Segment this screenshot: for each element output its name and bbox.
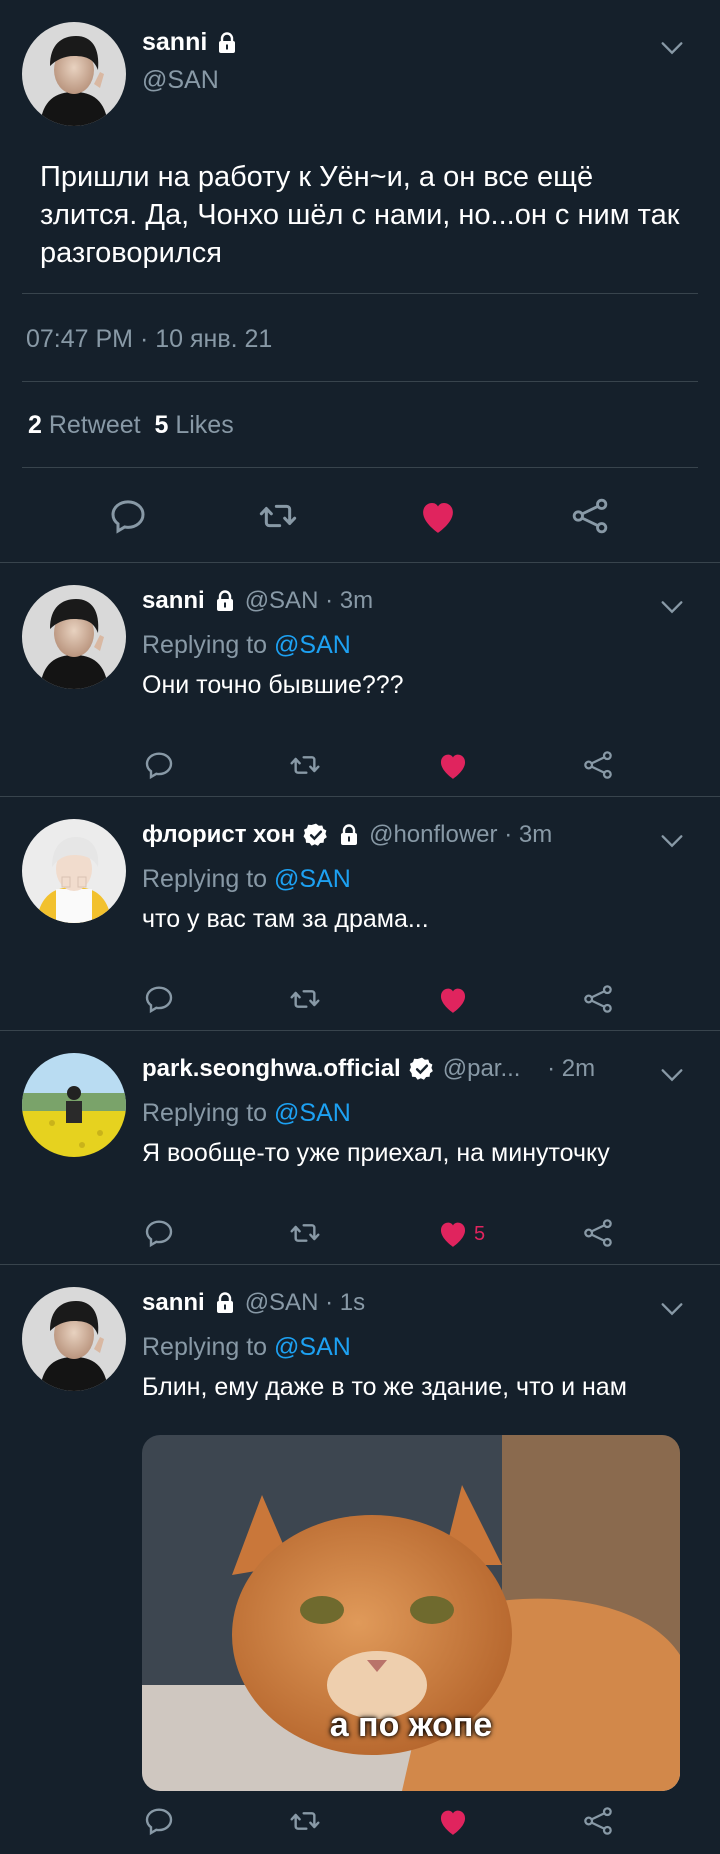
reply-time: · 3m — [504, 821, 553, 848]
retweet-icon[interactable] — [289, 1217, 321, 1249]
reply-icon[interactable] — [143, 983, 175, 1015]
reply-icon[interactable] — [108, 496, 148, 536]
divider — [22, 467, 698, 468]
divider — [22, 381, 698, 382]
share-icon[interactable] — [570, 496, 610, 536]
action-bar — [0, 749, 720, 789]
author-name[interactable]: флорист хон — [142, 821, 295, 849]
share-icon[interactable] — [582, 1805, 614, 1837]
reply-text: что у вас там за драма... — [142, 905, 429, 933]
reply-tweet[interactable]: sanni @SAN · 1s Replying to @SAN Блин, е… — [0, 1265, 720, 1854]
tweet-text: Пришли на работу к Уён~и, а он все ещё з… — [40, 161, 680, 269]
retweet-icon[interactable] — [289, 749, 321, 781]
reply-time: · 3m — [325, 587, 374, 614]
share-icon[interactable] — [582, 749, 614, 781]
retweets-count[interactable]: 2 — [28, 411, 42, 439]
author-handle[interactable]: @SAN — [245, 1289, 319, 1317]
reply-icon[interactable] — [143, 1805, 175, 1837]
replying-handle[interactable]: @SAN — [274, 865, 351, 893]
reply-text: Блин, ему даже в то же здание, что и нам — [142, 1373, 627, 1401]
replying-label: Replying to — [142, 865, 268, 893]
reply-tweet[interactable]: park.seonghwa.official @par... · 2m Repl… — [0, 1031, 720, 1265]
reply-header: sanni @SAN · 1s — [142, 1289, 365, 1317]
heart-icon[interactable] — [436, 983, 474, 1017]
retweet-icon[interactable] — [289, 983, 321, 1015]
avatar[interactable] — [22, 22, 126, 126]
like-count: 5 — [474, 1222, 486, 1245]
replying-to: Replying to @SAN — [142, 631, 351, 660]
timestamp: 07:47 PM · 10 янв. 21 — [26, 325, 273, 353]
reply-text: Они точно бывшие??? — [142, 671, 404, 699]
chevron-down-icon[interactable] — [658, 1061, 686, 1094]
chevron-down-icon[interactable] — [658, 827, 686, 860]
author-name[interactable]: sanni — [142, 28, 207, 57]
reply-header: park.seonghwa.official @par... · 2m — [142, 1055, 595, 1083]
author-row: sanni — [142, 28, 239, 57]
author-name[interactable]: park.seonghwa.official — [142, 1055, 401, 1083]
replying-handle[interactable]: @SAN — [274, 1099, 351, 1127]
verified-icon — [409, 1056, 435, 1082]
action-bar: 5 — [0, 1217, 720, 1257]
share-icon[interactable] — [582, 983, 614, 1015]
retweet-icon[interactable] — [289, 1805, 321, 1837]
replying-handle[interactable]: @SAN — [274, 1333, 351, 1361]
replying-label: Replying to — [142, 631, 268, 659]
replying-label: Replying to — [142, 1333, 268, 1361]
heart-icon[interactable] — [436, 1805, 474, 1839]
retweet-icon[interactable] — [258, 496, 298, 536]
reply-tweet[interactable]: sanni @SAN · 3m Replying to @SAN Они точ… — [0, 563, 720, 797]
engagement-stats: 2 Retweet 5 Likes — [28, 411, 234, 440]
reply-icon[interactable] — [143, 749, 175, 781]
verified-icon — [303, 822, 329, 848]
replying-label: Replying to — [142, 1099, 268, 1127]
likes-count[interactable]: 5 — [154, 411, 168, 439]
share-icon[interactable] — [582, 1217, 614, 1249]
author-handle[interactable]: @SAN — [245, 587, 319, 615]
author-handle[interactable]: @honflower — [369, 821, 497, 849]
divider — [22, 293, 698, 294]
reply-tweet[interactable]: флорист хон @honflower · 3m Replying to … — [0, 797, 720, 1031]
author-name[interactable]: sanni — [142, 587, 205, 615]
action-bar — [0, 1805, 720, 1845]
lock-icon — [337, 823, 361, 847]
reply-icon[interactable] — [143, 1217, 175, 1249]
lock-icon — [215, 31, 239, 55]
attached-image[interactable]: а по жопе — [142, 1435, 680, 1791]
action-bar — [0, 983, 720, 1023]
replying-to: Replying to @SAN — [142, 865, 351, 894]
avatar[interactable] — [22, 585, 126, 689]
replying-handle[interactable]: @SAN — [274, 631, 351, 659]
reply-time: · 2m — [547, 1055, 596, 1082]
author-handle[interactable]: @par... — [443, 1055, 521, 1083]
lock-icon — [213, 589, 237, 613]
chevron-down-icon[interactable] — [658, 34, 686, 67]
reply-time: · 1s — [325, 1289, 366, 1316]
likes-label[interactable]: Likes — [175, 411, 233, 439]
reply-header: sanni @SAN · 3m — [142, 587, 373, 615]
heart-icon[interactable]: 5 — [436, 1217, 485, 1251]
author-handle[interactable]: @SAN — [142, 66, 219, 95]
avatar[interactable] — [22, 1053, 126, 1157]
avatar[interactable] — [22, 819, 126, 923]
chevron-down-icon[interactable] — [658, 1295, 686, 1328]
heart-icon[interactable] — [436, 749, 474, 783]
image-caption: а по жопе — [329, 1706, 493, 1744]
avatar[interactable] — [22, 1287, 126, 1391]
retweets-label[interactable]: Retweet — [49, 411, 141, 439]
action-bar — [0, 490, 720, 540]
main-tweet: sanni @SAN Пришли на работу к Уён~и, а о… — [0, 0, 720, 563]
reply-header: флорист хон @honflower · 3m — [142, 821, 552, 849]
lock-icon — [213, 1291, 237, 1315]
replying-to: Replying to @SAN — [142, 1099, 351, 1128]
reply-text: Я вообще-то уже приехал, на минуточку — [142, 1139, 610, 1167]
author-name[interactable]: sanni — [142, 1289, 205, 1317]
heart-icon[interactable] — [417, 496, 459, 538]
replying-to: Replying to @SAN — [142, 1333, 351, 1362]
chevron-down-icon[interactable] — [658, 593, 686, 626]
